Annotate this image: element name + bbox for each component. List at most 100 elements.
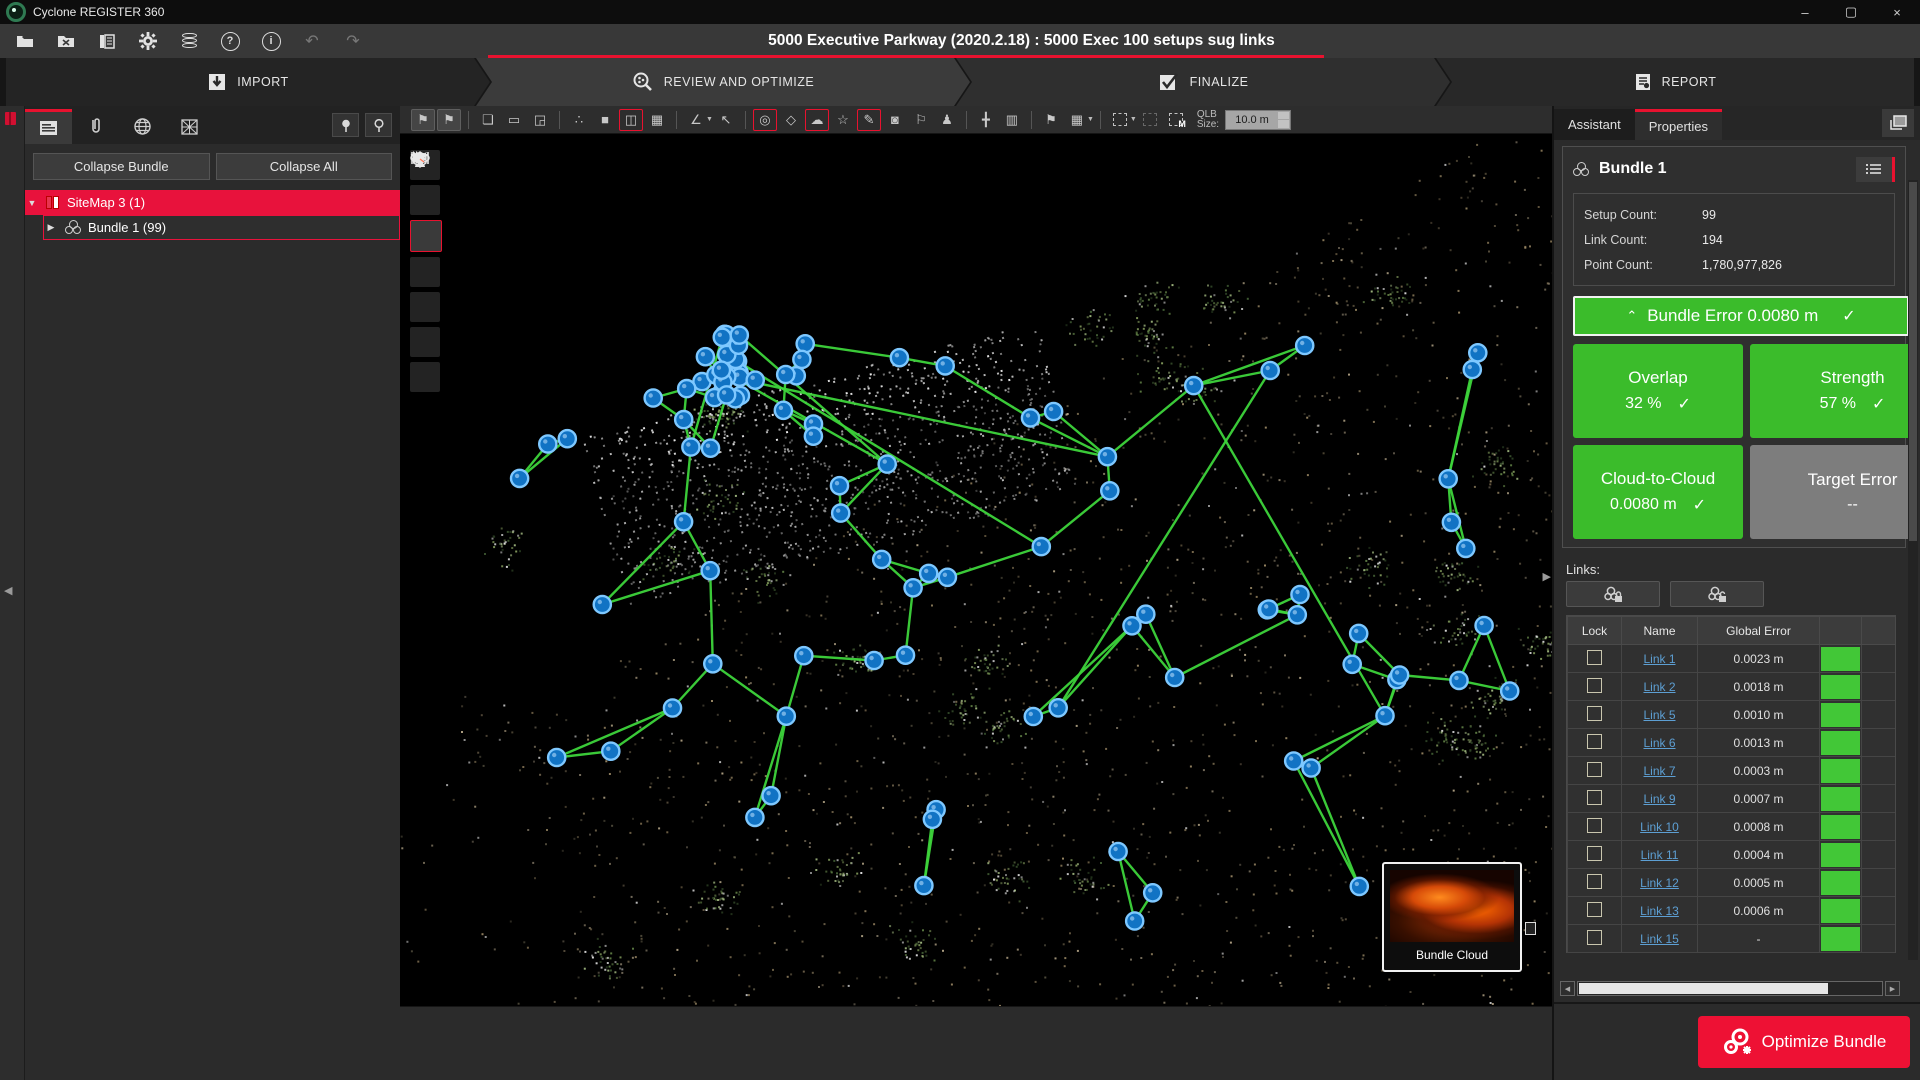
viewcube-tool[interactable] [410,362,440,392]
measure-menu-icon[interactable]: ∠ [684,109,708,131]
links-header-name[interactable]: Name [1622,617,1698,645]
bundle-cloud-thumbnail[interactable]: Bundle Cloud [1382,862,1522,972]
fly-tool[interactable] [410,327,440,357]
pano-tool-icon[interactable]: ♟ [935,109,959,131]
about-icon[interactable]: i [260,30,282,52]
zoom-fit-icon[interactable]: ◲ [528,109,552,131]
links-header-lock[interactable]: Lock [1568,617,1622,645]
pick-tool-icon[interactable]: ↖ [714,109,738,131]
dolly-tool-icon[interactable]: ▥ [1000,109,1024,131]
lock-checkbox[interactable] [1587,930,1602,945]
scroll-left-arrow[interactable]: ◀ [1560,981,1575,996]
point-cloud-scene[interactable]: Bundle Cloud ▶ [400,134,1552,1006]
link-name[interactable]: Link 2 [1643,680,1675,694]
metric-tile-strength[interactable]: Strength57 %✓ [1750,344,1913,438]
tree-caret[interactable]: ▶ [44,222,58,233]
links-header-global-error[interactable]: Global Error [1698,617,1820,645]
tab-finalize[interactable]: FINALIZE [956,58,1450,106]
link-name[interactable]: Link 10 [1640,820,1679,834]
limit-box-ghost-icon[interactable] [1138,109,1162,131]
setup-pin-toggle[interactable] [332,113,359,137]
split-view-icon[interactable]: ◫ [619,109,643,131]
metric-tile-overlap[interactable]: Overlap32 %✓ [1573,344,1743,438]
tag-tool-icon[interactable]: ◇ [779,109,803,131]
link-pin-toggle[interactable] [365,113,392,137]
pin-toggle-a-icon[interactable]: ⚑ [411,109,435,131]
tab-review-and-optimize[interactable]: REVIEW AND OPTIMIZE [476,58,970,106]
panel-vertical-scrollbar[interactable] [1908,180,1918,960]
link-name[interactable]: Link 6 [1643,736,1675,750]
bundle-list-button[interactable] [1856,157,1895,182]
tab-attachments[interactable] [72,109,119,144]
pin-toggle-b-icon[interactable]: ⚑ [437,109,461,131]
link-name[interactable]: Link 11 [1641,848,1679,862]
tree-caret[interactable]: ▼ [25,198,39,208]
tab-assistant[interactable]: Assistant [1554,109,1635,140]
link-name[interactable]: Link 7 [1643,764,1675,778]
close-project-icon[interactable] [55,30,77,52]
lock-checkbox[interactable] [1587,818,1602,833]
point-cloud-canvas[interactable] [400,134,1552,1006]
lock-checkbox[interactable] [1587,846,1602,861]
collapse-left-panel-arrow[interactable]: ◀ [4,584,12,597]
camera-tool-icon[interactable]: ◙ [883,109,907,131]
lock-checkbox[interactable] [1587,678,1602,693]
tree-item-sitemap-3-1-[interactable]: ▼SiteMap 3 (1) [25,190,400,215]
panel-horizontal-scrollbar[interactable]: ◀ ▶ [1560,981,1900,996]
star-tool-icon[interactable]: ☆ [831,109,855,131]
collapse-chevron-icon[interactable]: ⌃ [1626,308,1637,324]
storage-icon[interactable] [178,30,200,52]
flag-tool-icon[interactable]: ⚑ [1039,109,1063,131]
bubble-view-icon[interactable]: ∴ [567,109,591,131]
optimize-bundle-button[interactable]: Optimize Bundle [1698,1016,1910,1068]
multi-select-tool[interactable] [410,185,440,215]
lock-checkbox[interactable] [1587,734,1602,749]
collapse-all-button[interactable]: Collapse All [216,153,393,180]
tab-sitemaps[interactable] [25,109,72,144]
maximize-button[interactable]: ▢ [1828,0,1874,24]
tab-web-maps[interactable] [119,109,166,144]
lock-checkbox[interactable] [1587,902,1602,917]
link-name[interactable]: Link 12 [1640,876,1679,890]
lock-links-button[interactable] [1566,581,1660,607]
link-name[interactable]: Link 13 [1640,904,1679,918]
minimize-button[interactable]: – [1782,0,1828,24]
pan-tool[interactable] [410,257,440,287]
limit-box-icon[interactable] [1108,109,1132,131]
link-name[interactable]: Link 5 [1643,708,1675,722]
new-window-icon[interactable]: ❏ [476,109,500,131]
fill-view-icon[interactable]: ■ [593,109,617,131]
qlb-size-spinner[interactable]: 10.0 m [1225,110,1291,130]
lock-checkbox[interactable] [1587,790,1602,805]
lock-checkbox[interactable] [1587,706,1602,721]
metric-tile-target-error[interactable]: Target Error-- [1750,445,1913,539]
expand-right-panel-arrow[interactable]: ▶ [1543,570,1551,583]
settings-gear-icon[interactable] [137,30,159,52]
undo-icon[interactable]: ↶ [301,30,323,52]
lock-checkbox[interactable] [1587,650,1602,665]
orbit-tool[interactable] [410,220,442,252]
tree-item-bundle-1-99-[interactable]: ▶Bundle 1 (99) [43,215,400,240]
target-tool-icon[interactable]: ◎ [753,109,777,131]
scroll-right-arrow[interactable]: ▶ [1885,981,1900,996]
frame-view-icon[interactable]: ▭ [502,109,526,131]
close-button[interactable]: × [1874,0,1920,24]
lock-checkbox[interactable] [1587,874,1602,889]
grid-menu-icon[interactable]: ▦ [1065,109,1089,131]
image-view-icon[interactable]: ▦ [645,109,669,131]
link-name[interactable]: Link 9 [1643,792,1675,806]
link-name[interactable]: Link 15 [1640,932,1679,946]
look-tool[interactable] [410,292,440,322]
tab-network[interactable] [166,109,213,144]
thumbnail-pin-icon[interactable] [1525,922,1536,935]
tab-properties[interactable]: Properties [1635,109,1722,140]
geotag-tool-icon[interactable]: ⚐ [909,109,933,131]
reports-icon[interactable] [96,30,118,52]
unlock-links-button[interactable] [1670,581,1764,607]
tab-import[interactable]: IMPORT [6,58,490,106]
bundle-error-banner[interactable]: ⌃ Bundle Error 0.0080 m ✓ [1573,296,1909,336]
redo-icon[interactable]: ↷ [342,30,364,52]
help-icon[interactable]: ? [219,30,241,52]
link-name[interactable]: Link 1 [1643,652,1675,666]
cloud-tool-icon[interactable]: ☁ [805,109,829,131]
